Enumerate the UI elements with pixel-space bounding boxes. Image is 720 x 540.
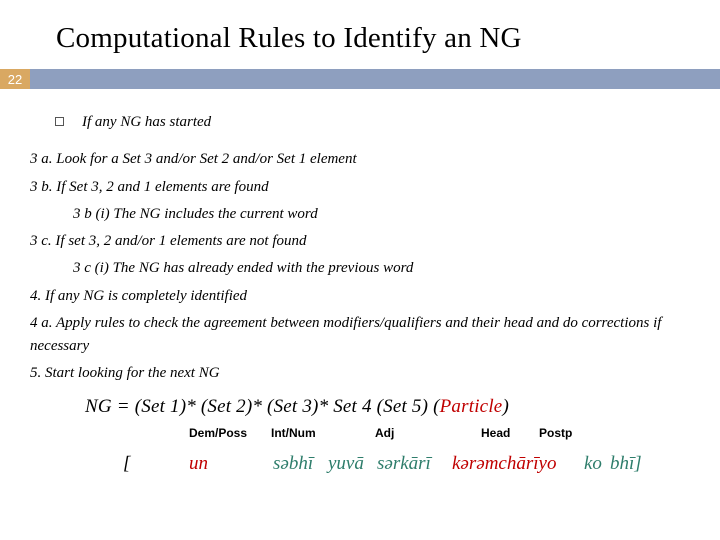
rule-3c: 3 c. If set 3, 2 and/or 1 elements are n… — [30, 230, 680, 253]
rule-3a: 3 a. Look for a Set 3 and/or Set 2 and/o… — [30, 148, 680, 171]
bullet-text: If any NG has started — [82, 111, 211, 134]
ng-formula: NG = (Set 1)* (Set 2)* (Set 3)* Set 4 (S… — [85, 392, 680, 421]
header-bar: 22 — [0, 69, 720, 89]
label-int-num: Int/Num — [271, 424, 375, 443]
content-area: If any NG has started 3 a. Look for a Se… — [0, 89, 720, 478]
label-dem-poss: Dem/Poss — [189, 424, 271, 443]
rule-4a: 4 a. Apply rules to check the agreement … — [30, 312, 680, 359]
page-number-badge: 22 — [0, 69, 30, 89]
example-word-sarkari: sərkārī — [377, 449, 452, 478]
example-phrase: [ un səbhī yuvā sərkārī kərəmchārīyo ko … — [123, 449, 680, 478]
label-postp: Postp — [539, 424, 572, 443]
label-adj: Adj — [375, 424, 481, 443]
example-word-un: un — [189, 449, 273, 478]
rule-3c-i: 3 c (i) The NG has already ended with th… — [73, 257, 680, 280]
bracket-close: ] — [634, 449, 641, 478]
example-word-ko: ko — [584, 449, 610, 478]
bullet-item: If any NG has started — [55, 111, 680, 134]
label-head: Head — [481, 424, 539, 443]
rule-5: 5. Start looking for the next NG — [30, 362, 680, 385]
formula-suffix: ) — [502, 396, 509, 417]
slide-title: Computational Rules to Identify an NG — [0, 0, 720, 69]
example-word-yuva: yuvā — [328, 449, 377, 478]
rule-3b: 3 b. If Set 3, 2 and 1 elements are foun… — [30, 176, 680, 199]
example-word-sabhi: səbhī — [273, 449, 328, 478]
category-labels: Dem/Poss Int/Num Adj Head Postp — [189, 424, 680, 443]
square-bullet-icon — [55, 117, 64, 126]
rule-3b-i: 3 b (i) The NG includes the current word — [73, 203, 680, 226]
example-word-bhi: bhī — [610, 449, 634, 478]
formula-prefix: NG = (Set 1)* (Set 2)* (Set 3)* Set 4 (S… — [85, 396, 440, 417]
example-word-karamchariyo: kərəmchārīyo — [452, 449, 584, 478]
rule-4: 4. If any NG is completely identified — [30, 285, 680, 308]
formula-particle: Particle — [440, 396, 503, 417]
accent-bar — [30, 69, 720, 89]
bracket-open: [ — [123, 449, 189, 478]
